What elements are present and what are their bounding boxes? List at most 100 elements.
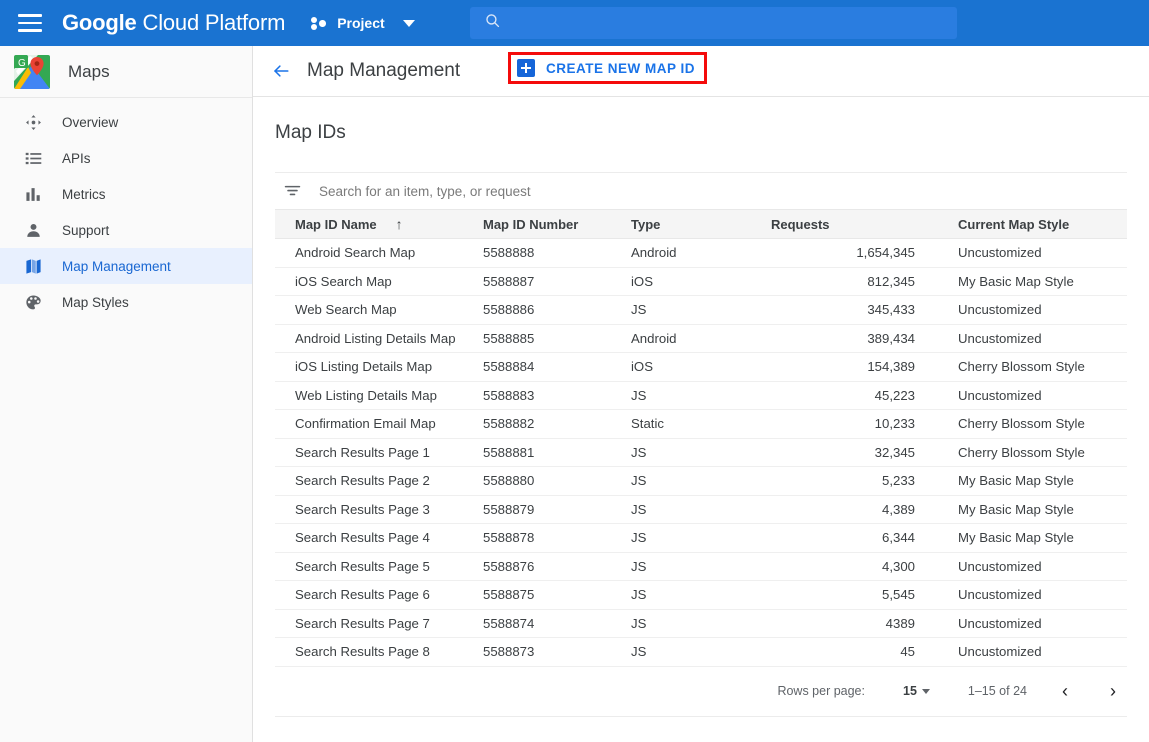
cell-requests: 45	[771, 637, 943, 667]
global-search-input[interactable]	[470, 7, 957, 39]
table-row[interactable]: Search Results Page 6 5588875 JS 5,545 Uncus…	[275, 580, 1127, 610]
cell-type: Static	[631, 409, 771, 439]
sidebar-item-apis[interactable]: APIs	[0, 140, 252, 176]
cell-current-map-style: Uncustomized	[943, 295, 1127, 325]
cell-map-id-number: 5588887	[483, 267, 631, 296]
section-title-map-ids: Map IDs	[275, 122, 346, 143]
cell-map-id-number: 5588882	[483, 409, 631, 439]
table-row[interactable]: Search Results Page 3 5588879 JS 4,389 My Ba…	[275, 495, 1127, 524]
table-row[interactable]: Confirmation Email Map 5588882 Static 10,23…	[275, 409, 1127, 439]
table-row[interactable]: Search Results Page 8 5588873 JS 45 Uncustom…	[275, 637, 1127, 667]
rows-per-page-value: 15	[903, 684, 917, 698]
cell-map-id-number: 5588876	[483, 552, 631, 581]
table-filter-row[interactable]	[275, 172, 1127, 209]
cell-requests: 45,223	[771, 381, 943, 410]
cell-map-id-name: Search Results Page 3	[275, 495, 483, 524]
table-row[interactable]: Web Search Map 5588886 JS 345,433 Uncustomiz…	[275, 295, 1127, 325]
table-pagination: Rows per page: 15 1–15 of 24 ‹ ›	[275, 667, 1127, 717]
chevron-down-icon[interactable]	[402, 19, 415, 27]
back-arrow-icon[interactable]	[270, 62, 292, 80]
sort-ascending-arrow-icon: ↑	[395, 216, 403, 232]
search-icon	[484, 12, 501, 34]
column-header-map-id-name[interactable]: Map ID Name ↑	[275, 209, 483, 239]
table-row[interactable]: Search Results Page 7 5588874 JS 4389 Uncust…	[275, 609, 1127, 638]
cell-type: Android	[631, 324, 771, 353]
sidebar-item-metrics[interactable]: Metrics	[0, 176, 252, 212]
cell-map-id-number: 5588881	[483, 438, 631, 467]
cell-map-id-number: 5588878	[483, 523, 631, 553]
cell-current-map-style: My Basic Map Style	[943, 267, 1127, 296]
column-label: Map ID Name	[295, 217, 377, 232]
cell-type: JS	[631, 609, 771, 638]
sidebar-item-support[interactable]: Support	[0, 212, 252, 248]
cell-current-map-style: Uncustomized	[943, 381, 1127, 410]
cell-type: JS	[631, 295, 771, 325]
main-content: Map Management CREATE NEW MAP ID Map IDs	[253, 46, 1149, 742]
project-selector[interactable]: Project	[311, 15, 385, 31]
sidebar-product-header[interactable]: G Maps	[0, 46, 252, 98]
cell-requests: 345,433	[771, 295, 943, 325]
sidebar-label: Map Styles	[62, 294, 129, 310]
cell-type: iOS	[631, 352, 771, 382]
sidebar-label: APIs	[62, 150, 91, 166]
cell-current-map-style: Uncustomized	[943, 552, 1127, 581]
sidebar-label: Map Management	[62, 258, 171, 274]
cell-requests: 812,345	[771, 267, 943, 296]
pagination-range-label: 1–15 of 24	[967, 684, 1027, 698]
rows-per-page-select[interactable]: 15	[903, 684, 930, 698]
cell-map-id-name: Search Results Page 7	[275, 609, 483, 638]
map-ids-table: Map ID Name ↑ Map ID Number Type Requests…	[275, 209, 1127, 667]
cell-type: JS	[631, 381, 771, 410]
next-page-button[interactable]: ›	[1103, 681, 1123, 701]
brand-google: Google	[62, 10, 137, 35]
sidebar-label: Metrics	[62, 186, 106, 202]
cell-map-id-number: 5588879	[483, 495, 631, 524]
table-header: Map ID Name ↑ Map ID Number Type Requests…	[275, 209, 1127, 239]
table-row[interactable]: Android Search Map 5588888 Android 1,654,34…	[275, 238, 1127, 268]
project-dots-icon	[311, 16, 329, 30]
cell-type: JS	[631, 495, 771, 524]
table-search-input[interactable]	[319, 183, 919, 199]
sidebar-product-title: Maps	[68, 61, 110, 81]
rows-per-page-label: Rows per page:	[777, 684, 865, 698]
cell-type: iOS	[631, 267, 771, 296]
cell-map-id-number: 5588874	[483, 609, 631, 638]
sidebar-item-map-styles[interactable]: Map Styles	[0, 284, 252, 320]
table-row[interactable]: Search Results Page 4 5588878 JS 6,344 My Ba…	[275, 523, 1127, 553]
column-header-type[interactable]: Type	[631, 209, 771, 239]
cell-map-id-name: Android Search Map	[275, 238, 483, 268]
create-new-map-id-label: CREATE NEW MAP ID	[546, 60, 696, 76]
column-header-requests[interactable]: Requests	[771, 209, 943, 239]
cell-map-id-number: 5588888	[483, 238, 631, 268]
table-row[interactable]: Search Results Page 5 5588876 JS 4,300 Uncus…	[275, 552, 1127, 581]
cell-requests: 6,344	[771, 523, 943, 553]
hamburger-menu-icon[interactable]	[18, 14, 42, 32]
sidebar-item-map-management[interactable]: Map Management	[0, 248, 252, 284]
table-row[interactable]: Web Listing Details Map 5588883 JS 45,223 Un…	[275, 381, 1127, 410]
cell-type: JS	[631, 523, 771, 553]
cell-map-id-name: iOS Listing Details Map	[275, 352, 483, 382]
table-row[interactable]: iOS Listing Details Map 5588884 iOS 154,389…	[275, 352, 1127, 382]
google-maps-logo-icon: G	[14, 54, 50, 89]
cell-requests: 389,434	[771, 324, 943, 353]
previous-page-button[interactable]: ‹	[1055, 681, 1075, 701]
table-row[interactable]: Android Listing Details Map 5588885 Androi…	[275, 324, 1127, 353]
table-row[interactable]: Search Results Page 2 5588880 JS 5,233 My Ba…	[275, 466, 1127, 496]
page-title: Map Management	[307, 60, 461, 81]
cell-map-id-name: Confirmation Email Map	[275, 409, 483, 439]
sidebar-nav-list: Overview APIs Metrics Support Map Manage…	[0, 98, 252, 320]
cell-type: JS	[631, 466, 771, 496]
column-header-current-map-style[interactable]: Current Map Style	[943, 209, 1127, 239]
sidebar-label: Overview	[62, 114, 119, 130]
table-row[interactable]: iOS Search Map 5588887 iOS 812,345 My Basic …	[275, 267, 1127, 296]
create-new-map-id-button[interactable]: CREATE NEW MAP ID	[508, 52, 708, 84]
table-row[interactable]: Search Results Page 1 5588881 JS 32,345 Cher…	[275, 438, 1127, 467]
page-header: Map Management CREATE NEW MAP ID	[253, 46, 1149, 97]
brand-title: Google Cloud Platform	[62, 10, 285, 36]
cell-map-id-number: 5588883	[483, 381, 631, 410]
cell-requests: 32,345	[771, 438, 943, 467]
sidebar-item-overview[interactable]: Overview	[0, 104, 252, 140]
bar-chart-icon	[22, 184, 44, 204]
cell-map-id-name: Search Results Page 8	[275, 637, 483, 667]
column-header-map-id-number[interactable]: Map ID Number	[483, 209, 631, 239]
